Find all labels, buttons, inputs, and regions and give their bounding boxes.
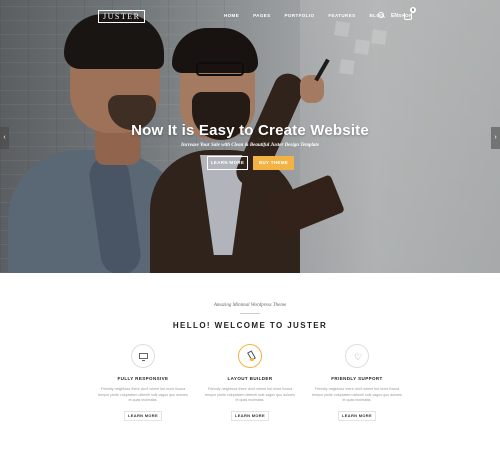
welcome-tagline: Amazing Minimal Wordpress Theme — [213, 303, 287, 308]
feature-description: Friendly neighbour there don't where but… — [205, 387, 295, 403]
site-logo[interactable]: JUSTER — [98, 10, 146, 23]
feature-icon-circle — [238, 344, 262, 368]
search-icon[interactable] — [378, 12, 385, 19]
nav-item-home[interactable]: HOME — [224, 13, 239, 18]
nav-item-pages[interactable]: PAGES — [253, 13, 270, 18]
monitor-icon — [139, 353, 148, 361]
feature-description: Friendly neighbour there don't where but… — [98, 387, 188, 403]
feature-learn-more-button[interactable]: LEARN MORE — [231, 410, 269, 421]
cart-count-badge: 0 — [409, 7, 416, 13]
feature-learn-more-button[interactable]: LEARN MORE — [338, 410, 376, 421]
nav-item-portfolio[interactable]: PORTFOLIO — [285, 13, 315, 18]
feature-learn-more-button[interactable]: LEARN MORE — [124, 410, 162, 421]
slider-prev-arrow[interactable]: ‹ — [0, 127, 9, 149]
slider-next-arrow[interactable]: › — [491, 127, 500, 149]
feature-title: FULLY RESPONSIVE — [117, 376, 169, 381]
welcome-heading: HELLO! WELCOME TO JUSTER — [172, 321, 328, 330]
hero-subtitle: Increase Your Sale with Clean & Beautifu… — [181, 143, 319, 148]
feature-responsive: FULLY RESPONSIVE Friendly neighbour ther… — [83, 344, 203, 421]
language-selector[interactable]: EN — [391, 13, 398, 19]
brush-icon — [247, 351, 254, 361]
heart-icon: ♡ — [353, 352, 363, 362]
nav-item-features[interactable]: FEATURES — [328, 13, 355, 18]
feature-icon-circle — [131, 344, 155, 368]
section-divider — [240, 313, 260, 314]
hero-learn-more-button[interactable]: LEARN MORE — [207, 156, 248, 170]
hero-title: Now It is Easy to Create Website — [131, 122, 369, 139]
buy-theme-button[interactable]: BUY THEME — [253, 156, 294, 170]
nav-tools: EN 0 — [378, 7, 416, 20]
feature-title: FRIENDLY SUPPORT — [331, 376, 383, 381]
feature-icon-circle: ♡ — [345, 344, 369, 368]
cart-icon[interactable]: 0 — [403, 7, 416, 20]
feature-title: LAYOUT BUILDER — [227, 376, 273, 381]
feature-support: ♡ FRIENDLY SUPPORT Friendly neighbour th… — [297, 344, 417, 421]
feature-layout-builder: LAYOUT BUILDER Friendly neighbour there … — [190, 344, 310, 421]
feature-description: Friendly neighbour there don't where but… — [312, 387, 402, 403]
